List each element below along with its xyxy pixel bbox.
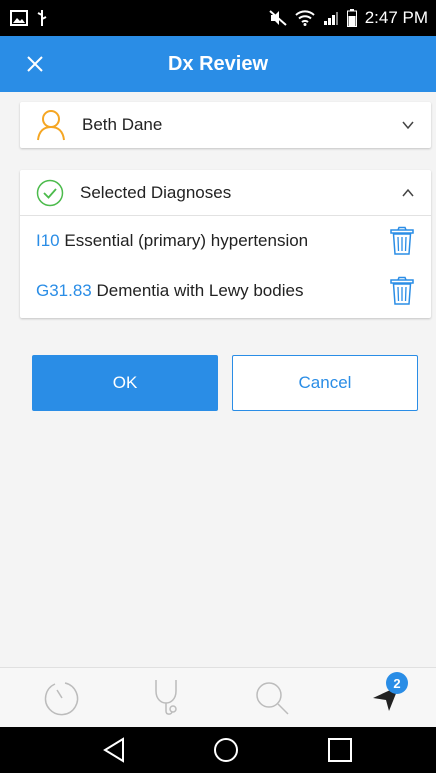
nav-timer[interactable] [32,674,92,722]
back-button[interactable] [94,735,134,765]
ok-button[interactable]: OK [32,355,218,411]
bottom-nav: 2 [0,667,436,727]
cancel-button[interactable]: Cancel [232,355,418,411]
chevron-up-icon[interactable] [401,186,415,200]
patient-name: Beth Dane [82,115,163,134]
image-notification-icon [10,10,28,26]
diagnosis-item: G31.83 Dementia with Lewy bodies [20,266,431,316]
mute-icon [269,10,287,26]
signal-icon [323,12,338,25]
chevron-down-icon[interactable] [401,118,415,132]
recents-button[interactable] [320,735,360,765]
close-icon[interactable] [22,51,48,77]
check-circle-icon [36,179,64,206]
patient-selector[interactable]: Beth Dane [20,102,431,148]
diagnosis-code: G31.83 [36,281,92,300]
trash-icon[interactable] [389,226,415,256]
status-bar: 2:47 PM [0,0,436,36]
diagnosis-description: Dementia with Lewy bodies [96,281,304,300]
selected-diagnoses-panel: Selected Diagnoses I10 Essential (primar… [20,170,431,318]
diagnosis-description: Essential (primary) hypertension [64,231,309,250]
wifi-icon [294,10,315,26]
diagnosis-code: I10 [36,231,60,250]
battery-icon [346,9,357,27]
stethoscope-icon [155,680,177,715]
diagnoses-header[interactable]: Selected Diagnoses [20,170,431,216]
timer-icon [44,682,79,716]
diagnosis-item: I10 Essential (primary) hypertension [20,216,431,266]
nav-search[interactable] [242,674,302,722]
search-icon [256,682,289,715]
notification-badge: 2 [386,672,408,694]
nav-send[interactable]: 2 [356,672,416,722]
recents-icon [328,738,352,762]
diagnoses-title: Selected Diagnoses [80,182,232,202]
nav-clinical[interactable] [138,674,198,722]
back-icon [103,737,124,763]
home-button[interactable] [206,735,246,765]
page-title: Dx Review [167,52,269,75]
usb-icon [37,10,47,26]
user-icon [37,110,65,141]
home-icon [214,738,238,762]
system-nav-bar [0,727,436,773]
app-bar: Dx Review [0,36,436,92]
status-time: 2:47 PM [364,8,428,27]
trash-icon[interactable] [389,276,415,306]
